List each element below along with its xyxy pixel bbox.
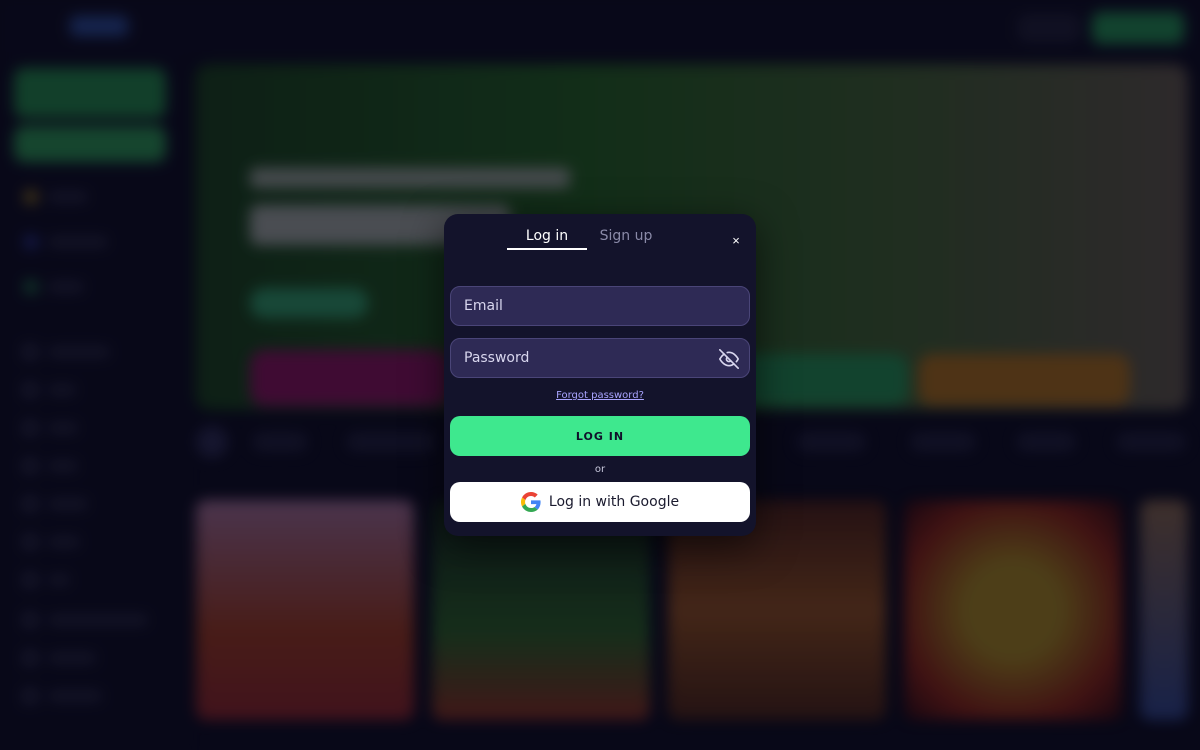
google-button-label: Log in with Google: [548, 494, 680, 510]
login-modal: Log in Sign up × Forgot password? LOG IN…: [444, 214, 756, 536]
email-field-wrapper: [450, 286, 750, 326]
forgot-password-link[interactable]: Forgot password?: [444, 390, 756, 401]
login-button[interactable]: LOG IN: [450, 416, 750, 456]
or-divider: or: [594, 464, 606, 475]
close-button[interactable]: ×: [728, 233, 744, 249]
email-input[interactable]: [451, 287, 749, 325]
google-login-button[interactable]: Log in with Google: [450, 482, 750, 522]
password-input[interactable]: [451, 339, 749, 377]
google-icon: [520, 492, 541, 512]
password-field-wrapper: [450, 338, 750, 378]
tab-log-in[interactable]: Log in: [507, 228, 587, 250]
auth-tabs: Log in Sign up: [444, 214, 756, 264]
eye-off-icon[interactable]: [719, 349, 739, 369]
tab-sign-up[interactable]: Sign up: [590, 228, 662, 248]
